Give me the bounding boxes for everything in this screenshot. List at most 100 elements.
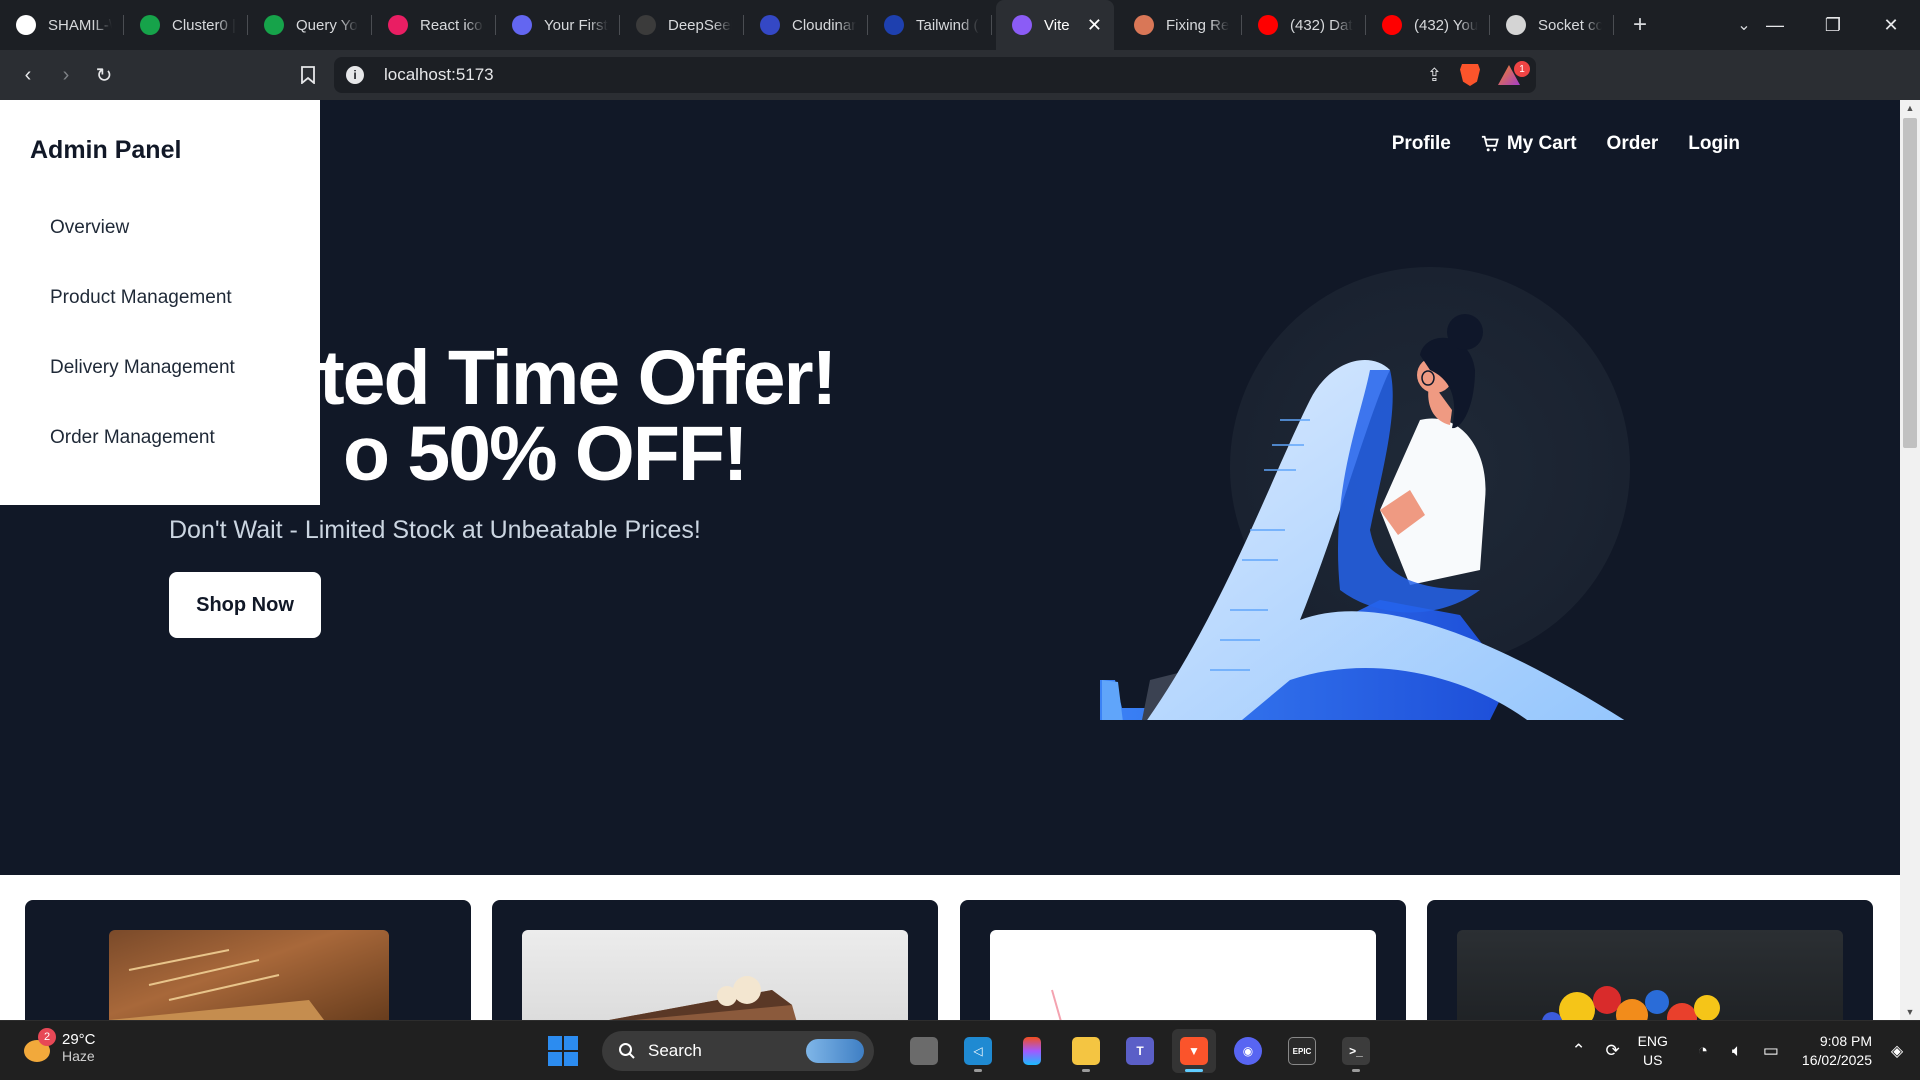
vscode-icon: ◁ [964, 1037, 992, 1065]
share-icon[interactable]: ⇪ [1427, 65, 1442, 86]
tailwind-icon [884, 15, 904, 35]
tray-overflow-chevron-icon[interactable]: ⌃ [1562, 1041, 1596, 1061]
url-text: localhost:5173 [384, 65, 494, 84]
taskbar-epic-games[interactable]: EPIC [1280, 1029, 1324, 1073]
admin-item-order-management[interactable]: Order Management [50, 427, 215, 449]
tab-title: SHAMIL-\ [48, 16, 112, 34]
bookmark-icon[interactable] [290, 57, 326, 93]
task-view-icon [910, 1037, 938, 1065]
nav-order-link[interactable]: Order [1607, 133, 1659, 155]
search-icon [619, 1043, 635, 1059]
weather-widget[interactable]: 2 29°C Haze [22, 1027, 96, 1064]
tab-list: SHAMIL-\ Cluster0 | Query Yo React icor Your… [0, 0, 1614, 50]
taskbar-discord[interactable]: ◉ [1226, 1029, 1270, 1073]
browser-tab[interactable]: Cluster0 | [124, 0, 248, 50]
browser-tab[interactable]: (432) Dat [1242, 0, 1366, 50]
admin-item-delivery-management[interactable]: Delivery Management [50, 357, 235, 379]
address-bar[interactable]: i localhost:5173 ⇪ [334, 57, 1536, 93]
scroll-down-arrow-icon[interactable]: ▼ [1900, 1004, 1920, 1020]
cart-icon [1481, 135, 1499, 152]
product-card-2[interactable] [492, 900, 938, 1020]
new-tab-button[interactable]: + [1620, 11, 1660, 39]
minimize-button[interactable]: — [1746, 0, 1804, 50]
scroll-up-arrow-icon[interactable]: ▲ [1900, 100, 1920, 116]
admin-panel-sidebar: Admin Panel Overview Product Management … [0, 100, 320, 505]
teams-icon: T [1126, 1037, 1154, 1065]
browser-tab[interactable]: Your First [496, 0, 620, 50]
battery-icon[interactable]: ▭ [1754, 1041, 1788, 1061]
taskbar-terminal[interactable]: >_ [1334, 1029, 1378, 1073]
notification-badge: 1 [1514, 61, 1530, 77]
product-card-3[interactable] [960, 900, 1406, 1020]
lang-region: US [1643, 1052, 1663, 1068]
tab-title: Your First [544, 16, 608, 34]
taskbar-search[interactable]: Search [602, 1031, 874, 1071]
taskbar-apps: Search ◁ T ▼ ◉ EPIC >_ [548, 1029, 1378, 1073]
hero-illustration [1100, 267, 1630, 720]
youtube-icon [1382, 15, 1402, 35]
shop-now-button[interactable]: Shop Now [169, 572, 321, 638]
clock-time: 9:08 PM [1819, 1033, 1872, 1049]
clock[interactable]: 9:08 PM 16/02/2025 [1802, 1032, 1872, 1070]
browser-tab[interactable]: Socket cc [1490, 0, 1614, 50]
vite-icon [1012, 15, 1032, 35]
tab-title: (432) You [1414, 16, 1478, 34]
browser-tab[interactable]: Vite ✕ [996, 0, 1114, 50]
notifications-icon[interactable]: ◈ [1882, 1041, 1912, 1061]
tab-title: Socket cc [1538, 16, 1602, 34]
site-info-icon[interactable]: i [346, 66, 364, 84]
brave-shields-icon[interactable] [1460, 64, 1480, 86]
forward-button[interactable]: › [48, 57, 84, 93]
browser-tab[interactable]: SHAMIL-\ [0, 0, 124, 50]
product-card-4[interactable] [1427, 900, 1873, 1020]
sync-icon[interactable]: ⟳ [1596, 1041, 1630, 1061]
folder-icon [1072, 1037, 1100, 1065]
taskbar-teams[interactable]: T [1118, 1029, 1162, 1073]
weather-haze-icon: 2 [22, 1027, 56, 1064]
windows-taskbar: 2 29°C Haze Search ◁ T ▼ ◉ EPIC >_ ⌃ ⟳ E… [0, 1020, 1920, 1080]
mongodb-leaf-icon [140, 15, 160, 35]
start-button[interactable] [548, 1036, 578, 1066]
browser-tab[interactable]: Query Yo [248, 0, 372, 50]
page-scrollbar[interactable]: ▲ ▼ [1900, 100, 1920, 1020]
nav-profile-link[interactable]: Profile [1392, 133, 1451, 155]
taskbar-figma[interactable] [1010, 1029, 1054, 1073]
admin-item-product-management[interactable]: Product Management [50, 287, 232, 309]
epic-games-icon: EPIC [1288, 1037, 1316, 1065]
browser-tab[interactable]: DeepSeel [620, 0, 744, 50]
address-bar-actions: ⇪ [1427, 64, 1520, 86]
product-card-1[interactable] [25, 900, 471, 1020]
tab-title: Cluster0 | [172, 16, 236, 34]
browser-tab[interactable]: Fixing Re [1118, 0, 1242, 50]
github-icon [16, 15, 36, 35]
react-icons-icon [388, 15, 408, 35]
product-image-drink [990, 930, 1376, 1020]
render-icon [512, 15, 532, 35]
browser-tab[interactable]: React icor [372, 0, 496, 50]
brave-icon: ▼ [1180, 1037, 1208, 1065]
back-button[interactable]: ‹ [10, 57, 46, 93]
taskbar-brave[interactable]: ▼ [1172, 1029, 1216, 1073]
nav-cart-link[interactable]: My Cart [1481, 133, 1577, 155]
lang-code: ENG [1637, 1033, 1668, 1049]
taskbar-vscode[interactable]: ◁ [956, 1029, 1000, 1073]
scrollbar-thumb[interactable] [1903, 118, 1917, 448]
wifi-icon[interactable]: ◔ [1686, 1041, 1720, 1061]
restore-button[interactable]: ❐ [1804, 0, 1862, 50]
nav-login-link[interactable]: Login [1688, 133, 1740, 155]
volume-icon[interactable]: 🔈︎ [1720, 1041, 1754, 1061]
admin-item-overview[interactable]: Overview [50, 217, 129, 239]
close-tab-icon[interactable]: ✕ [1087, 15, 1102, 36]
task-view-button[interactable] [902, 1029, 946, 1073]
site-navbar: Profile My Cart Order Login [1392, 133, 1740, 155]
taskbar-file-explorer[interactable] [1064, 1029, 1108, 1073]
hero-subtitle: Don't Wait - Limited Stock at Unbeatable… [169, 516, 701, 544]
input-language[interactable]: ENG US [1638, 1032, 1668, 1070]
browser-tab[interactable]: Cloudinar [744, 0, 868, 50]
browser-tab[interactable]: (432) You [1366, 0, 1490, 50]
admin-panel-title: Admin Panel [30, 136, 182, 164]
weather-temp: 29°C [62, 1031, 96, 1048]
reload-button[interactable]: ↻ [86, 57, 122, 93]
browser-tab[interactable]: Tailwind ( [868, 0, 992, 50]
close-window-button[interactable]: ✕ [1862, 0, 1920, 50]
